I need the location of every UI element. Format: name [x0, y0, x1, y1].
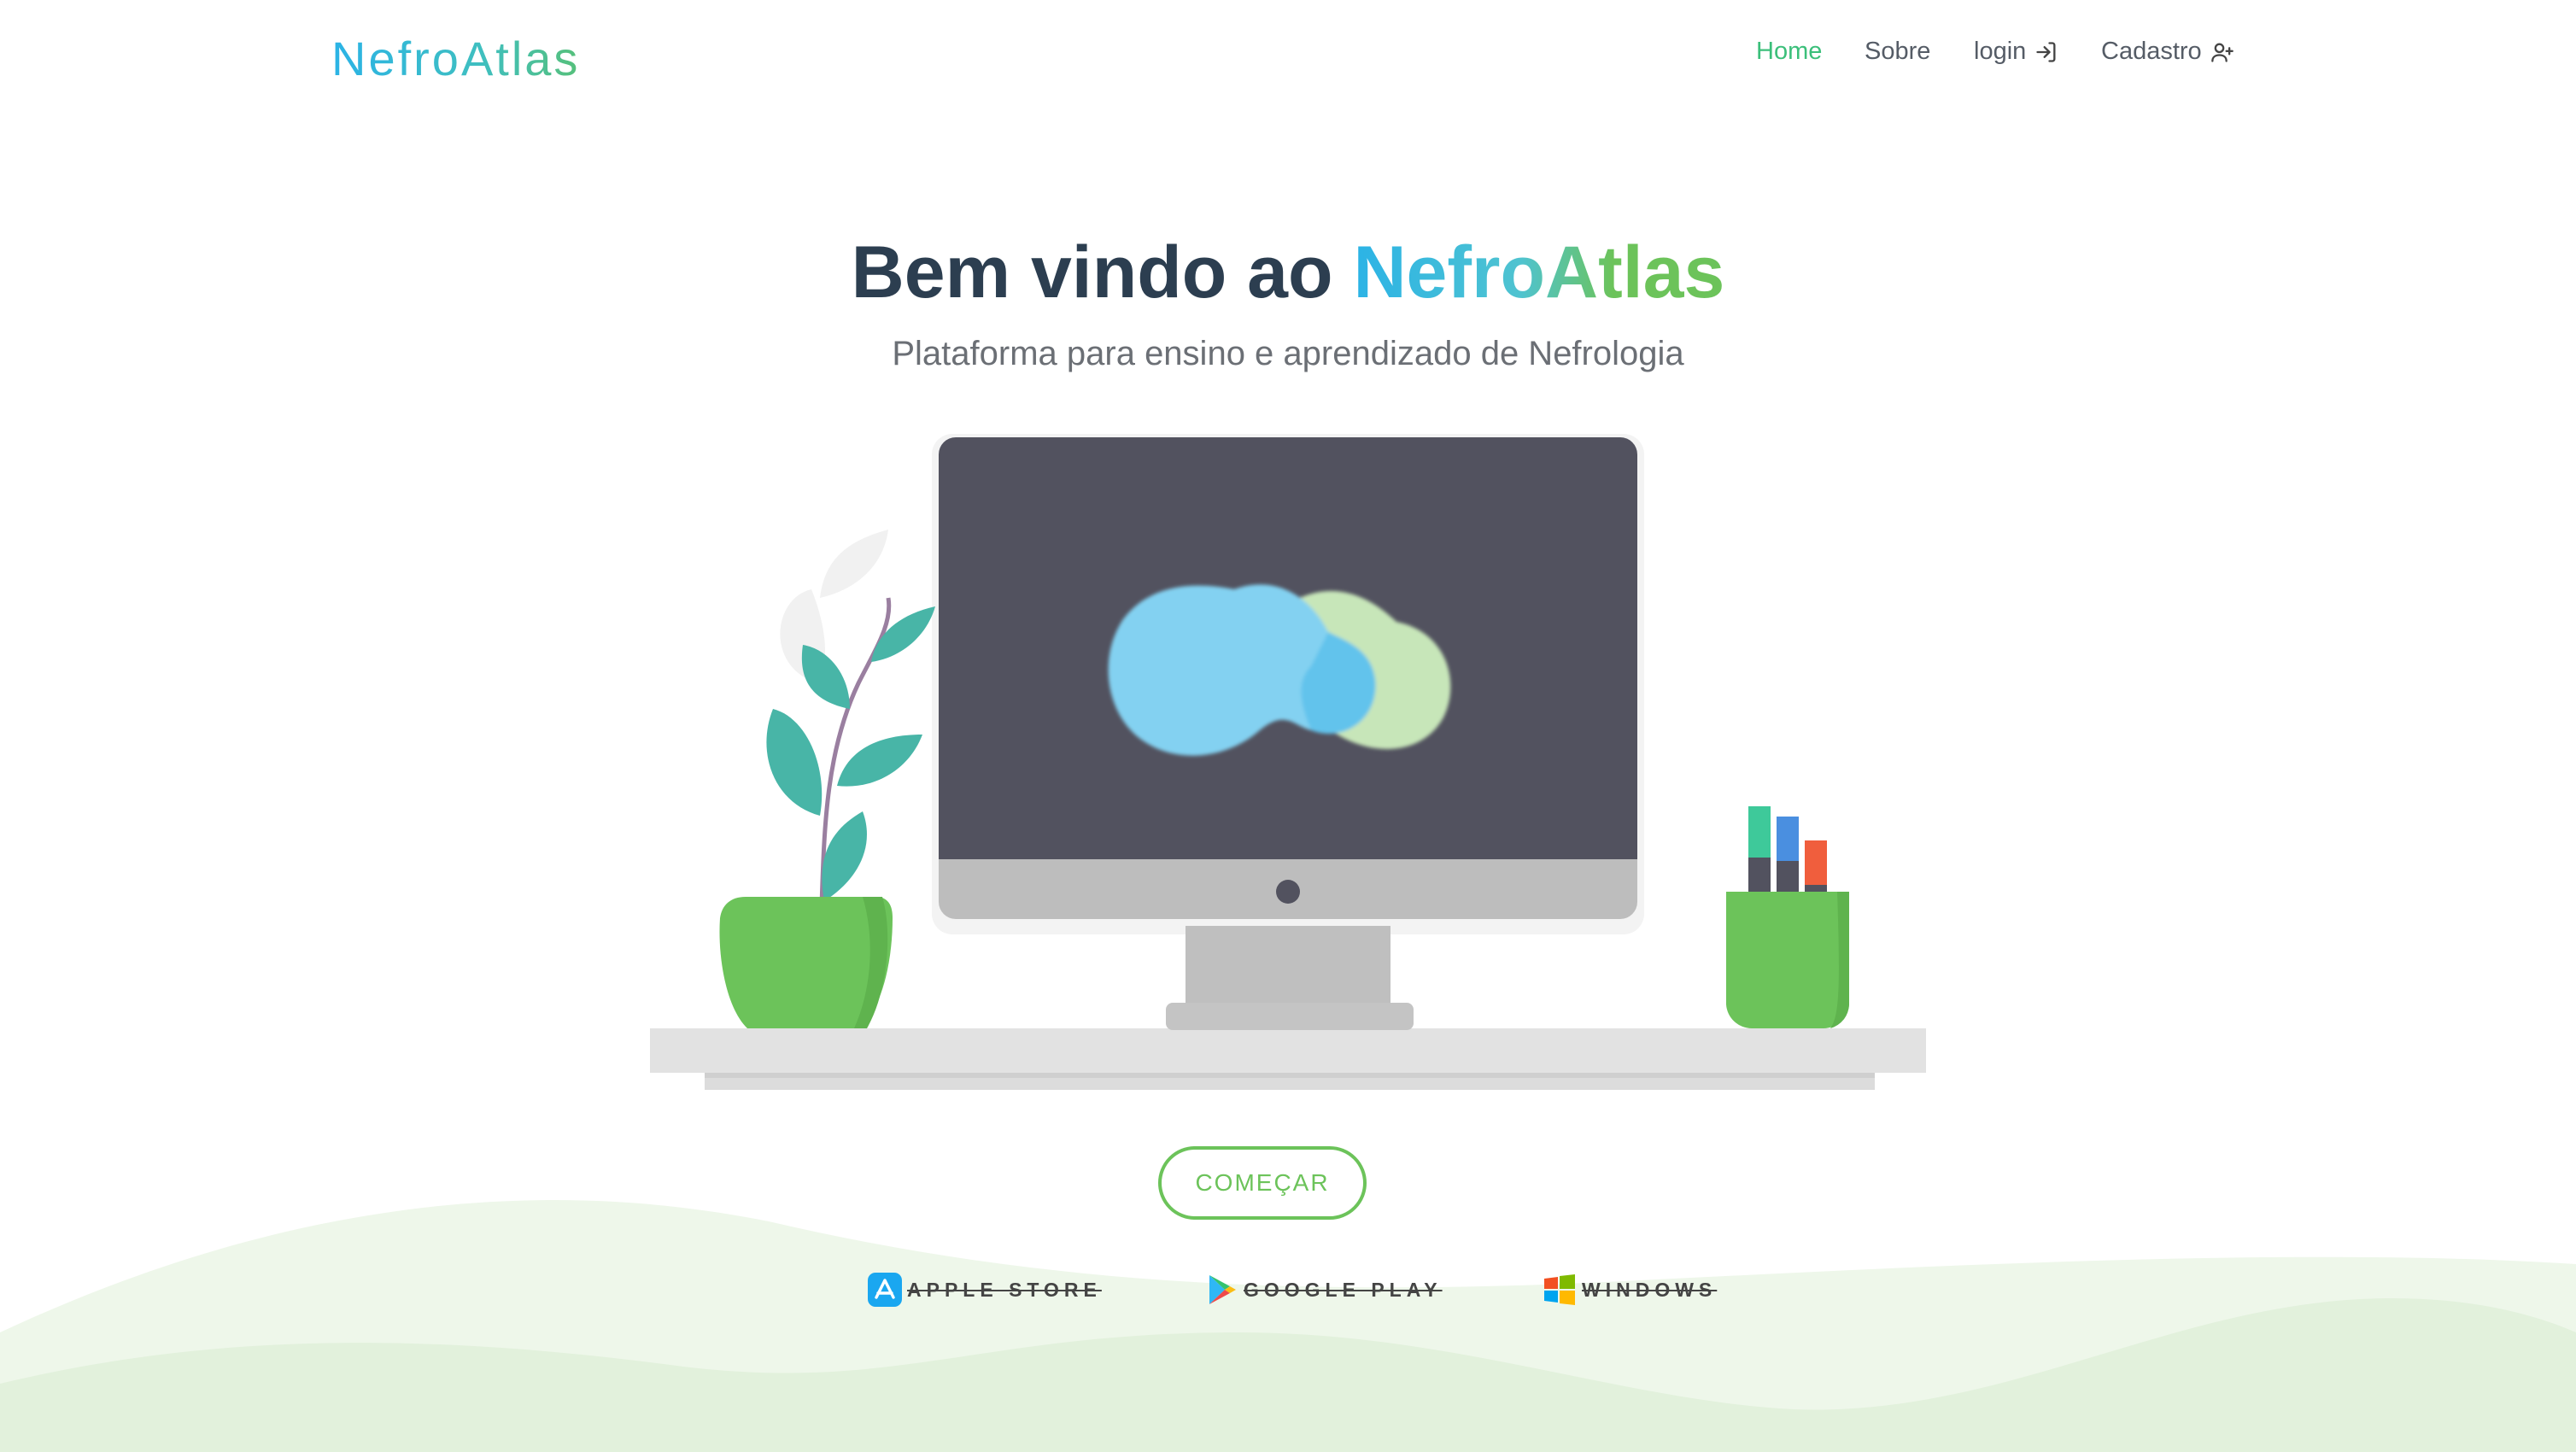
nav-home-link[interactable]: Home [1756, 38, 1822, 66]
store-links: APPLE STORE GOOGLE PLAY WINDOWS [0, 1273, 2576, 1324]
google-play-icon [1204, 1273, 1238, 1307]
store-link-apple[interactable]: APPLE STORE [868, 1273, 1102, 1307]
page: NefroAtlas Home Sobre login Cadastro Bem… [0, 0, 2576, 1452]
hero-title: Bem vindo ao NefroAtlas [0, 231, 2576, 315]
store-label-google: GOOGLE PLAY [1244, 1278, 1443, 1301]
monitor [932, 434, 1644, 1030]
app-store-icon [868, 1273, 902, 1307]
store-label-apple: APPLE STORE [907, 1278, 1102, 1301]
nav-sobre-label: Sobre [1865, 38, 1931, 65]
nav-home-label: Home [1756, 38, 1823, 65]
pen-cup [1726, 806, 1849, 1028]
desk [650, 1028, 1926, 1090]
store-link-windows[interactable]: WINDOWS [1543, 1273, 1717, 1307]
hero-title-accent: NefroAtlas [1353, 231, 1725, 313]
plant [719, 530, 935, 1028]
hero-subtitle: Plataforma para ensino e aprendizado de … [892, 335, 1684, 372]
comecar-button[interactable]: COMEÇAR [1158, 1146, 1367, 1220]
navbar: NefroAtlas Home Sobre login Cadastro [0, 0, 2576, 120]
nav-cadastro-label: Cadastro [2101, 38, 2202, 65]
store-label-windows: WINDOWS [1582, 1278, 1718, 1301]
nav-login-label: login [1974, 38, 2027, 65]
nav-cadastro-link[interactable]: Cadastro [2101, 38, 2234, 66]
store-link-google[interactable]: GOOGLE PLAY [1204, 1273, 1443, 1307]
nav-sobre-link[interactable]: Sobre [1865, 38, 1930, 66]
windows-icon [1543, 1273, 1577, 1307]
nav-login-link[interactable]: login [1974, 38, 2058, 66]
hero-title-prefix: Bem vindo ao [851, 231, 1354, 313]
user-plus-icon [2210, 43, 2234, 62]
login-arrow-icon [2036, 41, 2056, 62]
nav-links: Home Sobre login Cadastro [0, 38, 2576, 80]
desk-illustration [650, 434, 1926, 1090]
